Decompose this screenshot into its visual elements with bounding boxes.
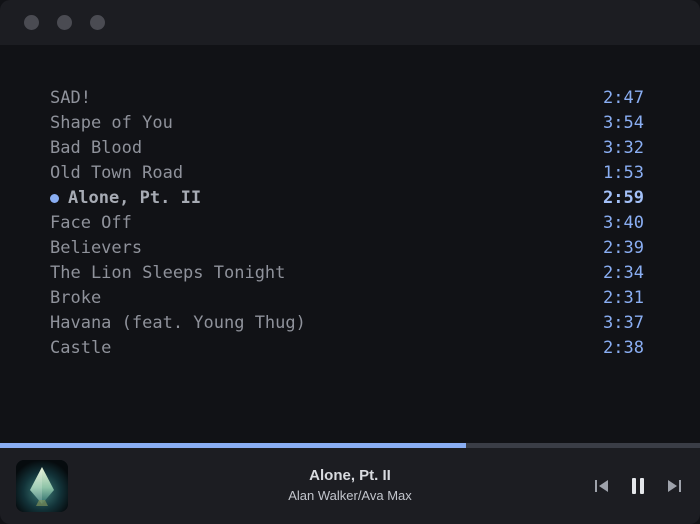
track-title: SAD! xyxy=(50,88,91,108)
track-row[interactable]: Havana (feat. Young Thug) 3:37 xyxy=(50,311,644,336)
now-playing-bar: Alone, Pt. II Alan Walker/Ava Max xyxy=(0,448,700,524)
track-duration: 2:59 xyxy=(603,188,644,208)
track-row[interactable]: SAD! 2:47 xyxy=(50,86,644,111)
track-title: Shape of You xyxy=(50,113,173,133)
track-row[interactable]: Castle 2:38 xyxy=(50,336,644,361)
album-cover-art xyxy=(16,460,68,512)
track-duration: 2:38 xyxy=(603,338,644,358)
now-playing-artist: Alan Walker/Ava Max xyxy=(288,488,412,503)
music-player-window: SAD! 2:47 Shape of You 3:54 Bad Blood 3:32 … xyxy=(0,0,700,524)
maximize-window-button[interactable] xyxy=(90,15,105,30)
track-row[interactable]: The Lion Sleeps Tonight 2:34 xyxy=(50,261,644,286)
title-bar[interactable] xyxy=(0,0,700,45)
track-duration: 2:39 xyxy=(603,238,644,258)
close-window-button[interactable] xyxy=(24,15,39,30)
track-row[interactable]: Shape of You 3:54 xyxy=(50,111,644,136)
track-duration: 1:53 xyxy=(603,163,644,183)
track-title: Bad Blood xyxy=(50,138,143,158)
track-title: Havana (feat. Young Thug) xyxy=(50,313,306,333)
skip-next-icon[interactable] xyxy=(666,477,682,495)
track-title: Old Town Road xyxy=(50,163,184,183)
track-list: SAD! 2:47 Shape of You 3:54 Bad Blood 3:32 … xyxy=(50,86,644,361)
track-duration: 3:40 xyxy=(603,213,644,233)
track-title: The Lion Sleeps Tonight xyxy=(50,263,286,283)
skip-previous-icon[interactable] xyxy=(594,477,610,495)
track-title: Broke xyxy=(50,288,102,308)
track-title: Alone, Pt. II xyxy=(68,188,202,208)
track-duration: 2:31 xyxy=(603,288,644,308)
track-title: Castle xyxy=(50,338,112,358)
now-playing-title: Alone, Pt. II xyxy=(309,467,391,484)
track-row[interactable]: Believers 2:39 xyxy=(50,236,644,261)
track-row[interactable]: Broke 2:31 xyxy=(50,286,644,311)
pause-icon[interactable] xyxy=(629,477,647,495)
track-row[interactable]: Face Off 3:40 xyxy=(50,211,644,236)
minimize-window-button[interactable] xyxy=(57,15,72,30)
track-title: Believers xyxy=(50,238,143,258)
track-title: Face Off xyxy=(50,213,132,233)
track-row[interactable]: Bad Blood 3:32 xyxy=(50,136,644,161)
now-playing-indicator-icon xyxy=(50,194,59,203)
track-duration: 2:47 xyxy=(603,88,644,108)
track-row[interactable]: Alone, Pt. II 2:59 xyxy=(50,186,644,211)
track-duration: 3:54 xyxy=(603,113,644,133)
track-row[interactable]: Old Town Road 1:53 xyxy=(50,161,644,186)
track-duration: 3:37 xyxy=(603,313,644,333)
track-duration: 2:34 xyxy=(603,263,644,283)
track-duration: 3:32 xyxy=(603,138,644,158)
